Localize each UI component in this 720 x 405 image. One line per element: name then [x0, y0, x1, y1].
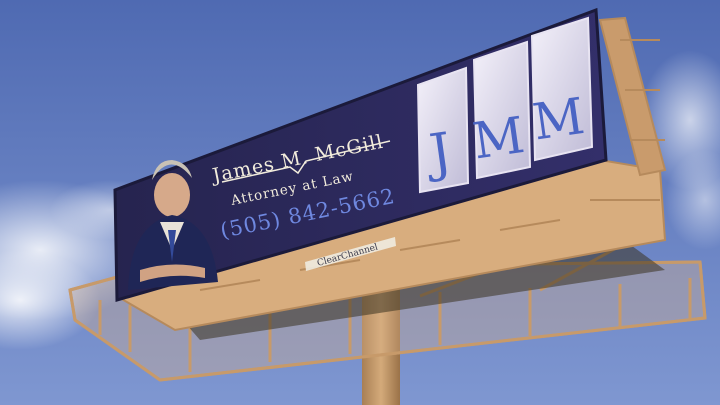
- billboard-scene: [0, 0, 720, 405]
